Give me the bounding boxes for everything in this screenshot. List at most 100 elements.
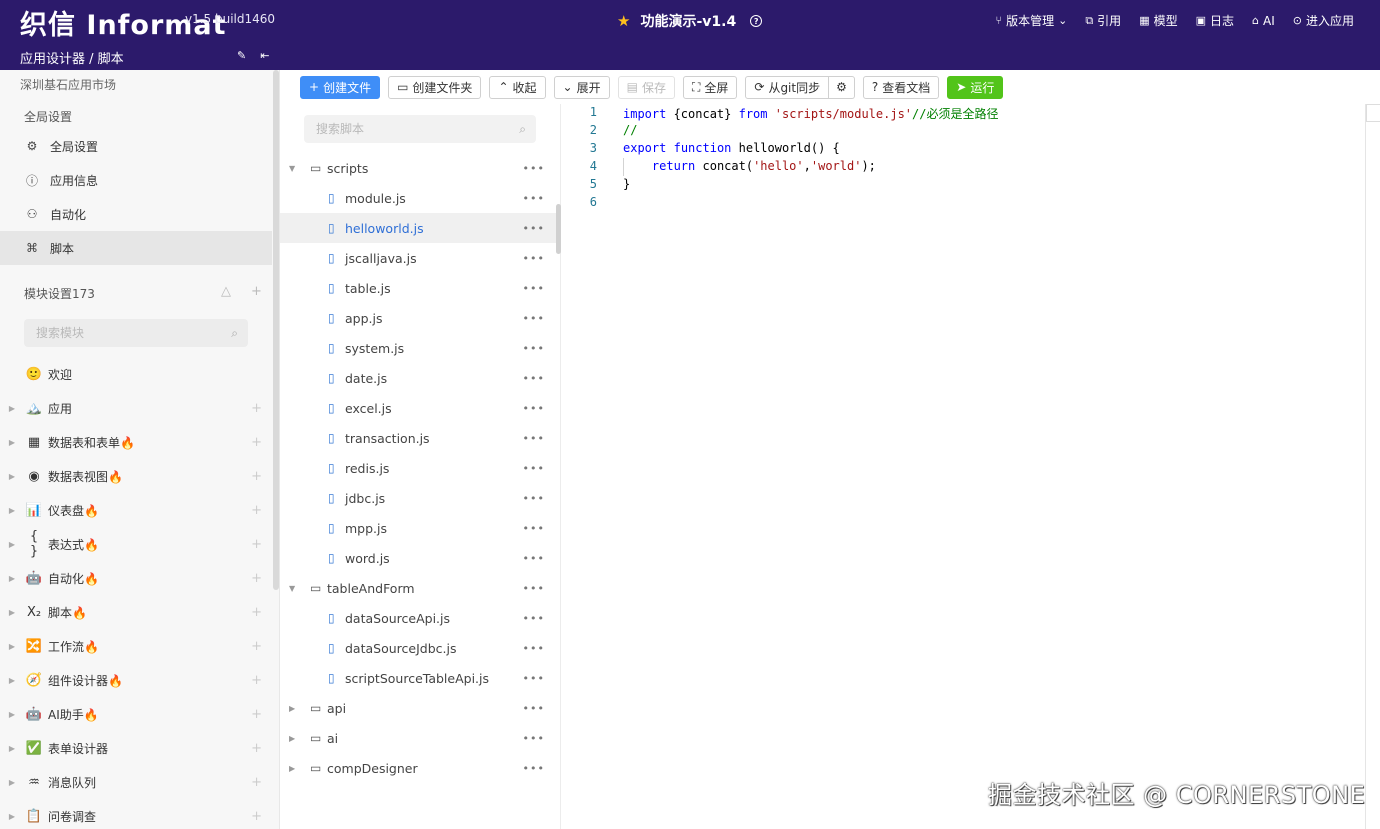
more-icon[interactable]: ••• (523, 462, 545, 475)
caret-right-icon[interactable]: ▶ (0, 438, 24, 447)
module-item[interactable]: ▶ 🧭 组件设计器🔥 + (0, 663, 272, 697)
more-icon[interactable]: ••• (523, 702, 545, 715)
nav-version-management[interactable]: ⑂ 版本管理 ⌄ (995, 12, 1067, 29)
more-icon[interactable]: ••• (523, 252, 545, 265)
caret-right-icon[interactable]: ▶ (0, 506, 24, 515)
tree-file[interactable]: ▯ dataSourceJdbc.js ••• (280, 633, 556, 663)
caret-right-icon[interactable]: ▶ (0, 710, 24, 719)
module-item[interactable]: ▶ 🤖 自动化🔥 + (0, 561, 272, 595)
add-icon[interactable]: + (251, 741, 262, 756)
caret-down-icon[interactable]: ▼ (289, 164, 295, 173)
module-search-input[interactable]: 搜索模块 ⌕ (24, 319, 248, 347)
tree-file[interactable]: ▯ redis.js ••• (280, 453, 556, 483)
tree-folder[interactable]: ▼ ▭ scripts ••• (280, 153, 556, 183)
caret-down-icon[interactable]: ▼ (289, 584, 295, 593)
tree-folder[interactable]: ▶ ▭ compDesigner ••• (280, 753, 556, 783)
menu-collapse-icon[interactable]: ⇤ (260, 49, 269, 62)
add-icon[interactable]: + (251, 639, 262, 654)
caret-right-icon[interactable]: ▶ (289, 704, 295, 713)
more-icon[interactable]: ••• (523, 582, 545, 595)
app-title-group[interactable]: ★ 功能演示-v1.4 ? (617, 11, 763, 31)
module-item[interactable]: 🙂 欢迎 (0, 357, 272, 391)
caret-right-icon[interactable]: ▶ (0, 642, 24, 651)
add-icon[interactable]: + (251, 809, 262, 824)
tree-file[interactable]: ▯ scriptSourceTableApi.js ••• (280, 663, 556, 693)
help-icon[interactable]: ? (750, 15, 763, 27)
tree-file[interactable]: ▯ table.js ••• (280, 273, 556, 303)
tree-file[interactable]: ▯ excel.js ••• (280, 393, 556, 423)
module-item[interactable]: ▶ 🏔️ 应用 + (0, 391, 272, 425)
add-icon[interactable]: + (251, 605, 262, 620)
script-search-input[interactable]: 搜索脚本 ⌕ (304, 115, 536, 143)
more-icon[interactable]: ••• (523, 492, 545, 505)
tree-file[interactable]: ▯ transaction.js ••• (280, 423, 556, 453)
nav-ai[interactable]: ⌂ AI (1252, 12, 1275, 29)
code-editor[interactable]: 1 import {concat} from 'scripts/module.js… (561, 104, 1380, 829)
nav-reference[interactable]: ⧉ 引用 (1085, 12, 1121, 29)
collapse-up-icon[interactable]: △ (221, 284, 231, 299)
tree-file[interactable]: ▯ word.js ••• (280, 543, 556, 573)
caret-right-icon[interactable]: ▶ (0, 574, 24, 583)
caret-right-icon[interactable]: ▶ (0, 404, 24, 413)
tree-file[interactable]: ▯ jscalljava.js ••• (280, 243, 556, 273)
more-icon[interactable]: ••• (523, 312, 545, 325)
more-icon[interactable]: ••• (523, 732, 545, 745)
nav-log[interactable]: ▣ 日志 (1196, 12, 1234, 29)
module-item[interactable]: ▶ 📊 仪表盘🔥 + (0, 493, 272, 527)
add-icon[interactable]: + (251, 537, 262, 552)
more-icon[interactable]: ••• (523, 642, 545, 655)
caret-right-icon[interactable]: ▶ (0, 744, 24, 753)
tree-folder[interactable]: ▶ ▭ ai ••• (280, 723, 556, 753)
git-settings-button[interactable]: ⚙ (829, 75, 855, 99)
tree-file[interactable]: ▯ app.js ••• (280, 303, 556, 333)
tree-file[interactable]: ▯ helloworld.js ••• (280, 213, 556, 243)
more-icon[interactable]: ••• (523, 762, 545, 775)
fullscreen-button[interactable]: ⛶ 全屏 (682, 75, 738, 99)
tree-file[interactable]: ▯ date.js ••• (280, 363, 556, 393)
menu-script[interactable]: ⌘ 脚本 (0, 231, 272, 265)
add-icon[interactable]: + (251, 571, 262, 586)
module-item[interactable]: ▶ ✅ 表单设计器 + (0, 731, 272, 765)
more-icon[interactable]: ••• (523, 342, 545, 355)
create-folder-button[interactable]: ▭ 创建文件夹 (388, 75, 482, 99)
tree-folder[interactable]: ▼ ▭ tableAndForm ••• (280, 573, 556, 603)
more-icon[interactable]: ••• (523, 672, 545, 685)
module-item[interactable]: ▶ 🔀 工作流🔥 + (0, 629, 272, 663)
tree-folder[interactable]: ▶ ▭ api ••• (280, 693, 556, 723)
add-icon[interactable]: + (251, 401, 262, 416)
git-sync-button[interactable]: ⟳ 从git同步 (745, 75, 830, 99)
caret-right-icon[interactable]: ▶ (0, 778, 24, 787)
add-icon[interactable]: + (251, 707, 262, 722)
module-item[interactable]: ▶ ▦ 数据表和表单🔥 + (0, 425, 272, 459)
more-icon[interactable]: ••• (523, 612, 545, 625)
tree-file[interactable]: ▯ jdbc.js ••• (280, 483, 556, 513)
caret-right-icon[interactable]: ▶ (0, 540, 24, 549)
add-icon[interactable]: + (251, 435, 262, 450)
caret-right-icon[interactable]: ▶ (0, 812, 24, 821)
menu-global-settings[interactable]: ⚙ 全局设置 (0, 129, 272, 163)
tree-file[interactable]: ▯ module.js ••• (280, 183, 556, 213)
create-file-button[interactable]: + 创建文件 (300, 75, 381, 99)
add-icon[interactable]: + (251, 775, 262, 790)
caret-right-icon[interactable]: ▶ (0, 472, 24, 481)
view-docs-button[interactable]: ? 查看文档 (862, 75, 940, 99)
module-item[interactable]: ▶ 🤖 AI助手🔥 + (0, 697, 272, 731)
collapse-button[interactable]: ⌃ 收起 (489, 75, 546, 99)
caret-right-icon[interactable]: ▶ (289, 764, 295, 773)
tree-file[interactable]: ▯ system.js ••• (280, 333, 556, 363)
more-icon[interactable]: ••• (523, 432, 545, 445)
tree-file[interactable]: ▯ mpp.js ••• (280, 513, 556, 543)
sidebar-scrollbar[interactable] (273, 70, 279, 590)
add-icon[interactable]: + (251, 673, 262, 688)
more-icon[interactable]: ••• (523, 222, 545, 235)
more-icon[interactable]: ••• (523, 162, 545, 175)
edit-icon[interactable]: ✎ (237, 49, 246, 62)
add-icon[interactable]: + (251, 503, 262, 518)
add-module-icon[interactable]: + (251, 284, 262, 299)
more-icon[interactable]: ••• (523, 552, 545, 565)
module-item[interactable]: ▶ 📋 问卷调查 + (0, 799, 272, 829)
nav-enter-app[interactable]: ⊙ 进入应用 (1293, 12, 1354, 29)
more-icon[interactable]: ••• (523, 192, 545, 205)
module-item[interactable]: ▶ ◉ 数据表视图🔥 + (0, 459, 272, 493)
more-icon[interactable]: ••• (523, 282, 545, 295)
